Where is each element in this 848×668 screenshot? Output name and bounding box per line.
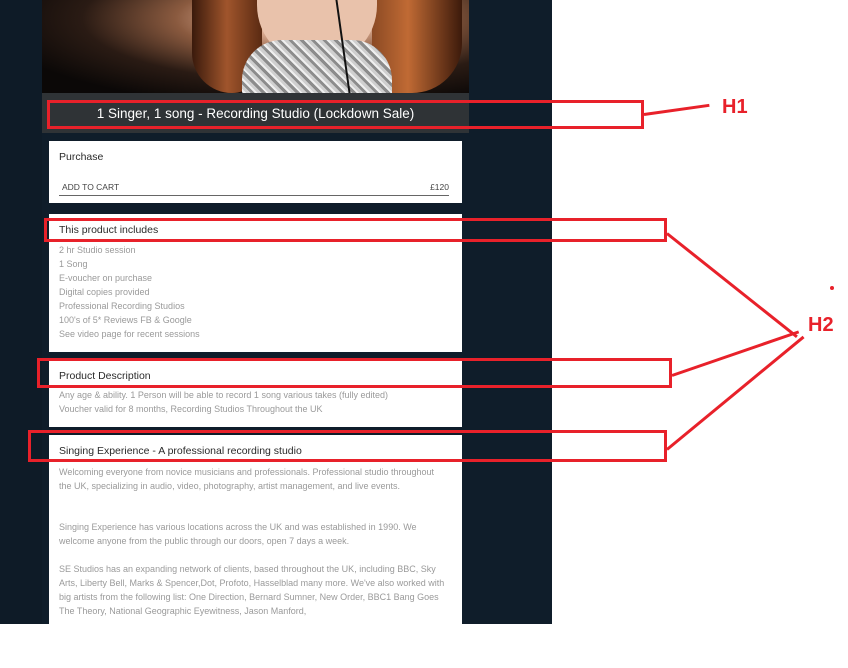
h1-label: H1 <box>722 96 748 118</box>
h1-highlight-box <box>47 100 644 129</box>
h2-arrow <box>666 232 798 339</box>
description-line: Voucher valid for 8 months, Recording St… <box>59 404 323 414</box>
list-item: See video page for recent sessions <box>59 329 200 339</box>
list-item: Digital copies provided <box>59 287 150 297</box>
list-item: 100's of 5* Reviews FB & Google <box>59 315 192 325</box>
list-item: 2 hr Studio session <box>59 245 136 255</box>
experience-paragraph: SE Studios has an expanding network of c… <box>59 564 445 616</box>
annotation-dot <box>830 286 834 290</box>
left-gutter <box>0 0 42 624</box>
description-line: Any age & ability. 1 Person will be able… <box>59 390 389 400</box>
add-to-cart-label[interactable]: ADD TO CART <box>62 182 119 192</box>
h2-highlight-box <box>44 218 667 242</box>
list-item: 1 Song <box>59 259 88 269</box>
h2-highlight-box <box>37 358 672 388</box>
h2-highlight-box <box>28 430 667 462</box>
experience-paragraph: Welcoming everyone from novice musicians… <box>59 467 435 491</box>
h2-label: H2 <box>808 314 834 336</box>
h1-arrow <box>643 103 710 116</box>
price: £120 <box>430 182 449 192</box>
purchase-card: Purchase ADD TO CART £120 <box>49 141 462 203</box>
experience-card: Singing Experience - A professional reco… <box>49 435 462 624</box>
list-item: E-voucher on purchase <box>59 273 153 283</box>
add-to-cart-button[interactable]: ADD TO CART £120 <box>59 179 449 196</box>
hero-image <box>42 0 469 93</box>
experience-paragraph: Singing Experience has various locations… <box>59 522 417 546</box>
purchase-title: Purchase <box>59 151 104 163</box>
list-item: Professional Recording Studios <box>59 301 185 311</box>
